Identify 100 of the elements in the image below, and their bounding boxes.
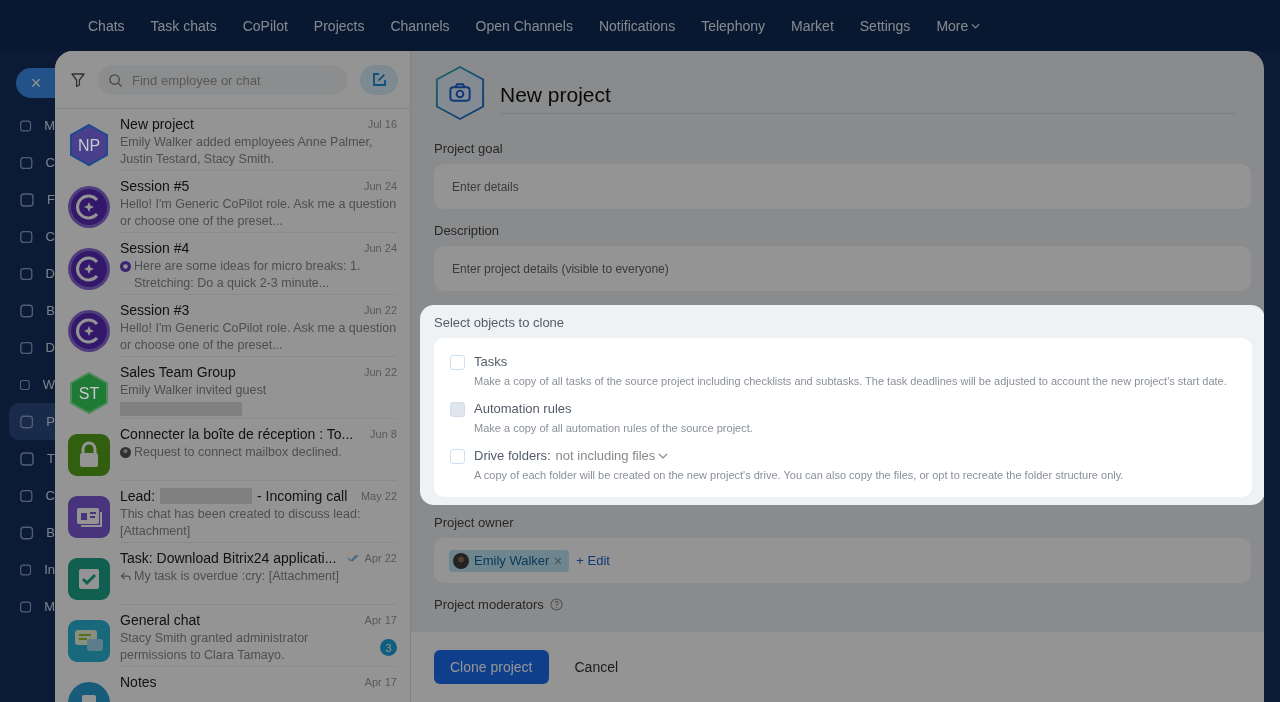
sidebar-label: C [45, 488, 55, 503]
input-field[interactable]: Enter details [434, 164, 1251, 209]
nav-tab[interactable]: Market [778, 17, 847, 34]
chat-item[interactable]: Lead: - Incoming call May 22 This chat has been created to discuss lead: [Attachment] [55, 481, 410, 543]
menu-item-icon [19, 413, 35, 430]
menu-item-icon [19, 228, 34, 245]
close-button[interactable]: × [16, 68, 55, 98]
camera-upload-icon[interactable] [434, 65, 486, 121]
message-preview: Hello! I'm Generic CoPilot role. Ask me a question or choose one of the preset... [120, 320, 397, 354]
message-preview: Hello! I'm Generic CoPilot role. Ask me a question or choose one of the preset... [120, 196, 397, 230]
sidebar-item[interactable]: T [9, 440, 55, 477]
nav-tab[interactable]: Chats [75, 17, 138, 34]
user-name: Emily Walker [474, 553, 550, 568]
option-description: A copy of each folder will be created on the new project's drive. You can also copy the files, or opt to recreate the folder structure only. [474, 468, 1124, 483]
chat-item[interactable]: General chat Apr 17 Stacy Smith granted administrator permissions to Clara Tamayo. 3 [55, 605, 410, 667]
option-label: Tasks [474, 354, 508, 369]
message-preview: Request to connect mailbox declined. [134, 444, 342, 461]
sidebar-item[interactable]: In [9, 551, 55, 588]
sidebar-label: In [44, 562, 55, 577]
menu-item-icon [19, 450, 35, 467]
checkbox[interactable] [450, 355, 465, 370]
sidebar-item[interactable]: W [9, 366, 55, 403]
files-dropdown[interactable]: not including files [555, 448, 669, 463]
chat-date: May 22 [360, 490, 397, 502]
reply-icon [120, 571, 131, 582]
menu-item-icon [19, 117, 33, 134]
option-label: Automation rules [474, 401, 572, 416]
nav-tab[interactable]: Task chats [137, 17, 230, 34]
sidebar-label: D [45, 340, 55, 355]
nav-tab[interactable]: Projects [300, 17, 378, 34]
message-preview: Emily Walker added employees Anne Palmer, Justin Testard, Stacy Smith. [120, 134, 374, 168]
copilot-avatar-icon [67, 247, 111, 291]
group-avatar: ST [67, 371, 111, 415]
group-avatar: NP [67, 123, 111, 167]
sidebar-item[interactable]: F [9, 181, 55, 218]
option-description: Make a copy of all tasks of the source project including checklists and subtasks. The task deadlines will be adjusted to account the new project's start date. [474, 374, 1227, 389]
sidebar-item[interactable]: C [9, 144, 55, 181]
menu-item-icon [19, 561, 33, 578]
copilot-avatar-icon [67, 185, 111, 229]
menu-item-icon [19, 191, 35, 208]
copilot-avatar-icon [67, 309, 111, 353]
sidebar-label: B [46, 525, 55, 540]
sidebar-item[interactable]: P [9, 403, 55, 440]
chat-title: Sales Team Group [120, 364, 237, 380]
chat-title: Task: Download Bitrix24 applicati... [120, 550, 338, 566]
nav-tab[interactable]: Notifications [585, 17, 689, 34]
cancel-button[interactable]: Cancel [558, 659, 635, 675]
search-icon [108, 73, 123, 88]
help-icon[interactable] [549, 598, 563, 611]
chat-title: General chat [120, 612, 202, 628]
input-field[interactable]: Enter project details (visible to everyone) [434, 246, 1251, 291]
sidebar-item[interactable]: D [9, 329, 55, 366]
chat-title: Connecter la boîte de réception : To... [120, 426, 355, 442]
sidebar-item[interactable]: B [9, 292, 55, 329]
more-menu[interactable]: More [923, 17, 994, 34]
user-chip[interactable]: Emily Walker [449, 549, 570, 572]
nav-tab[interactable]: Channels [377, 17, 463, 34]
sidebar-label: C [45, 155, 55, 170]
chat-title: Session #3 [120, 302, 191, 318]
filter-icon[interactable] [70, 72, 86, 88]
edit-link[interactable]: + Edit [576, 553, 610, 568]
chevron-down-icon [658, 452, 669, 459]
sidebar-label: M [44, 118, 55, 133]
nav-tab[interactable]: CoPilot [229, 17, 301, 34]
chevron-down-icon [971, 22, 981, 29]
message-preview: Here are some ideas for micro breaks: 1. Stretching: Do a quick 2-3 minute... [134, 258, 362, 292]
sidebar-item[interactable]: C [9, 477, 55, 514]
chat-item[interactable]: Notes Apr 17 [55, 667, 410, 702]
chat-item[interactable]: Task: Download Bitrix24 applicati... Apr 22 My task is overdue :cry: [Attachment] [55, 543, 410, 605]
sidebar-label: T [47, 451, 55, 466]
copilot-icon [120, 261, 131, 272]
nav-tab[interactable]: Open Channels [462, 17, 586, 34]
message-preview: This chat has been created to discuss lead: [Attachment] [120, 506, 362, 540]
sidebar-item[interactable]: M [9, 107, 55, 144]
chat-title: New project [120, 116, 195, 132]
new-chat-button[interactable] [360, 65, 398, 95]
chat-date: Apr 17 [364, 676, 397, 688]
sidebar-item[interactable]: D [9, 255, 55, 292]
sidebar-label: F [47, 192, 55, 207]
project-name-field[interactable]: New project [500, 72, 1236, 114]
remove-icon[interactable] [554, 556, 563, 565]
menu-item-icon [19, 302, 35, 319]
menu-item-icon [19, 598, 33, 615]
sidebar-item[interactable]: C [9, 218, 55, 255]
sidebar-label: D [45, 266, 55, 281]
nav-tab[interactable]: Settings [846, 17, 924, 34]
checkbox[interactable] [450, 449, 465, 464]
sidebar-item[interactable]: M [9, 588, 55, 625]
menu-item-icon [19, 154, 34, 171]
chat-date: Apr 17 [364, 614, 397, 626]
field-label: Project moderators [434, 597, 544, 612]
nav-tab[interactable]: Telephony [688, 17, 778, 34]
chat-title: Session #5 [120, 178, 191, 194]
sidebar-item[interactable]: B [9, 514, 55, 551]
chat-bubbles-icon [67, 619, 111, 663]
menu-item-icon [19, 339, 34, 356]
clone-project-button[interactable]: Clone project [434, 650, 549, 684]
chat-title: Session #4 [120, 240, 191, 256]
sidebar-label: M [44, 599, 55, 614]
chat-title: - Incoming call [257, 488, 349, 504]
